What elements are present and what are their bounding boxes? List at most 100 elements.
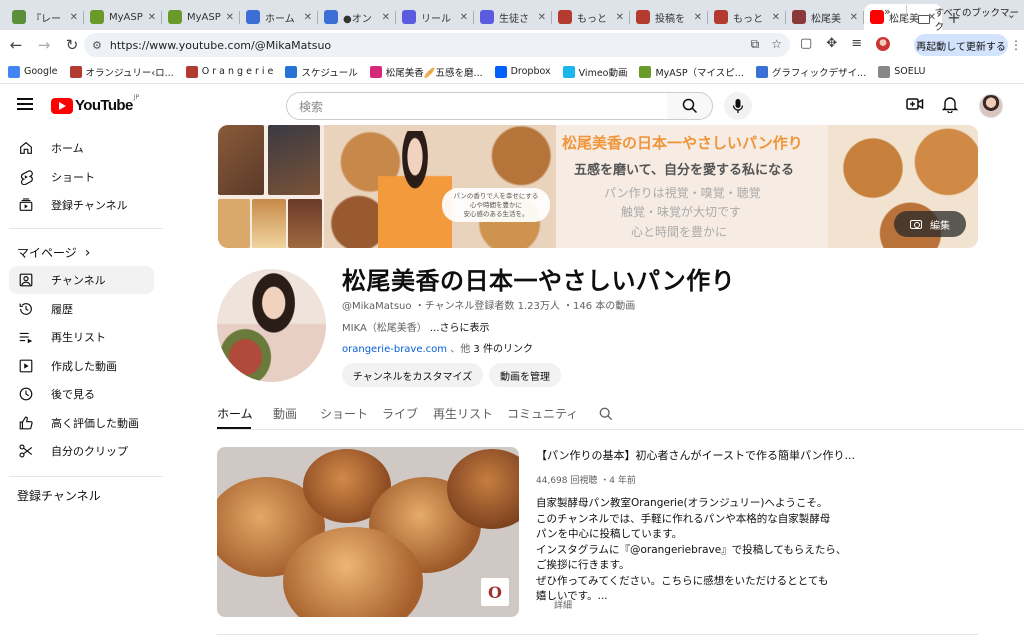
all-bookmarks-button[interactable]: すべてのブックマーク bbox=[918, 5, 1024, 33]
browser-tab[interactable]: リール ✕ bbox=[396, 4, 474, 30]
featured-video-title[interactable]: 【パン作りの基本】初心者さんがイーストで作る簡単パン作り... bbox=[536, 447, 855, 463]
browser-tab[interactable]: 生徒さ ✕ bbox=[474, 4, 552, 30]
close-tab-icon[interactable]: ✕ bbox=[226, 12, 234, 23]
close-tab-icon[interactable]: ✕ bbox=[850, 12, 858, 23]
bookmark-favicon-icon bbox=[755, 65, 768, 78]
tab-live[interactable]: ライブ bbox=[382, 405, 418, 422]
bookmark-item[interactable]: O r a n g e r i e bbox=[185, 65, 273, 78]
youtube-logo[interactable]: YouTube JP bbox=[51, 94, 139, 114]
bookmark-item[interactable]: Dropbox bbox=[494, 65, 551, 78]
details-link[interactable]: 詳細 bbox=[554, 598, 572, 611]
featured-video-thumbnail[interactable]: O bbox=[217, 447, 519, 617]
browser-tab[interactable]: ホーム ✕ bbox=[240, 4, 318, 30]
sidebar-item-label: 再生リスト bbox=[51, 331, 106, 344]
forward-arrow-icon[interactable]: → bbox=[32, 33, 56, 57]
site-info-icon[interactable]: ⚙ bbox=[92, 39, 102, 52]
manage-videos-button[interactable]: 動画を管理 bbox=[489, 363, 561, 387]
sidebar-item-channel[interactable]: チャンネル bbox=[9, 266, 154, 294]
sidebar-item-home[interactable]: ホーム bbox=[9, 134, 154, 162]
close-tab-icon[interactable]: ✕ bbox=[148, 12, 156, 23]
tab-shorts[interactable]: ショート bbox=[320, 405, 368, 422]
extensions-puzzle-icon[interactable]: ✥ bbox=[826, 36, 837, 51]
description-line: ご挨拶に行きます。 bbox=[536, 559, 630, 571]
more-links-link[interactable]: 3 件のリンク bbox=[473, 344, 533, 355]
close-tab-icon[interactable]: ✕ bbox=[382, 12, 390, 23]
create-video-button[interactable] bbox=[906, 96, 924, 116]
sidebar-item-clips[interactable]: 自分のクリップ bbox=[9, 437, 154, 465]
channel-description[interactable]: MIKA（松尾美香） ...さらに表示 bbox=[342, 319, 490, 334]
sidebar-item-watch-later[interactable]: 後で見る bbox=[9, 380, 154, 408]
media-queue-icon[interactable]: ≡ bbox=[851, 36, 862, 51]
tab-community[interactable]: コミュニティ bbox=[507, 405, 578, 422]
sidebar-item-history[interactable]: 履歴 bbox=[9, 295, 154, 323]
playlist-icon bbox=[19, 332, 33, 344]
notifications-button[interactable] bbox=[941, 95, 959, 117]
install-app-icon[interactable]: ⧉ bbox=[751, 37, 760, 52]
close-tab-icon[interactable]: ✕ bbox=[70, 12, 78, 23]
sidebar-item-liked[interactable]: 高く評価した動画 bbox=[9, 409, 154, 437]
channel-website-link[interactable]: orangerie-brave.com bbox=[342, 344, 447, 355]
browser-tab[interactable]: 投稿を ✕ bbox=[630, 4, 708, 30]
account-avatar[interactable] bbox=[979, 94, 1003, 118]
sidebar-item-playlist[interactable]: 再生リスト bbox=[9, 323, 154, 351]
close-tab-icon[interactable]: ✕ bbox=[694, 12, 702, 23]
browser-tab[interactable]: もっと ✕ bbox=[552, 4, 630, 30]
back-arrow-icon[interactable]: ← bbox=[4, 33, 28, 57]
sidebar-item-shorts[interactable]: ショート bbox=[9, 163, 154, 191]
browser-tab[interactable]: もっと ✕ bbox=[708, 4, 786, 30]
voice-search-button[interactable] bbox=[724, 92, 752, 120]
orangerie-logo: O bbox=[481, 578, 509, 606]
close-tab-icon[interactable]: ✕ bbox=[304, 12, 312, 23]
bookmarks-overflow-icon[interactable]: » bbox=[884, 5, 891, 18]
close-tab-icon[interactable]: ✕ bbox=[538, 12, 546, 23]
bookmark-item[interactable]: スケジュール bbox=[285, 65, 358, 79]
bookmark-item[interactable]: Vimeo動画 bbox=[562, 65, 627, 79]
channel-avatar[interactable] bbox=[217, 269, 326, 382]
bookmark-star-icon[interactable]: ☆ bbox=[771, 37, 782, 52]
browser-tab[interactable]: 松尾美 ✕ bbox=[786, 4, 864, 30]
browser-menu-icon[interactable]: ⋮ bbox=[1010, 38, 1022, 52]
browser-tab[interactable]: MyASP ✕ bbox=[84, 4, 162, 30]
close-tab-icon[interactable]: ✕ bbox=[772, 12, 780, 23]
sidebar-item-your-videos[interactable]: 作成した動画 bbox=[9, 352, 154, 380]
bookmark-item[interactable]: グラフィックデザイ... bbox=[755, 65, 866, 79]
sidebar-item-label: チャンネル bbox=[51, 274, 106, 287]
sidebar-item-subscriptions[interactable]: 登録チャンネル bbox=[9, 191, 154, 219]
bookmark-item[interactable]: SOELU bbox=[878, 65, 926, 78]
customize-channel-button[interactable]: チャンネルをカスタマイズ bbox=[342, 363, 483, 387]
hamburger-menu-icon[interactable] bbox=[17, 98, 33, 110]
channel-search-button[interactable] bbox=[599, 406, 613, 425]
tab-playlists[interactable]: 再生リスト bbox=[433, 405, 493, 422]
browser-tab[interactable]: ●オン ✕ bbox=[318, 4, 396, 30]
bookmark-item[interactable]: Google bbox=[8, 65, 58, 78]
search-button[interactable] bbox=[667, 92, 713, 120]
close-tab-icon[interactable]: ✕ bbox=[616, 12, 624, 23]
tab-home[interactable]: ホーム bbox=[217, 405, 253, 422]
banner-subtitle: 五感を磨いて、自分を愛する私になる bbox=[574, 163, 794, 178]
search-input[interactable]: 検索 bbox=[286, 92, 668, 120]
browser-tab[interactable]: MyASP ✕ bbox=[162, 4, 240, 30]
profile-icon[interactable] bbox=[876, 36, 891, 51]
restart-update-button[interactable]: 再起動して更新する bbox=[914, 34, 1008, 56]
edit-banner-button[interactable]: 編集 bbox=[894, 211, 966, 237]
bookmark-favicon-icon bbox=[639, 65, 652, 78]
create-video-icon bbox=[906, 98, 924, 110]
camera-icon bbox=[910, 219, 922, 229]
reload-icon[interactable]: ↻ bbox=[60, 33, 84, 57]
show-more-link[interactable]: ...さらに表示 bbox=[430, 323, 490, 334]
tab-videos[interactable]: 動画 bbox=[273, 405, 297, 422]
extension-square-icon[interactable]: ▢ bbox=[800, 36, 812, 51]
browser-tab[interactable]: 『レー ✕ bbox=[6, 4, 84, 30]
sidebar-you-heading[interactable]: マイページ › bbox=[17, 244, 90, 261]
address-bar[interactable]: ⚙ https://www.youtube.com/@MikaMatsuo ⧉ … bbox=[84, 33, 790, 57]
active-tab-indicator bbox=[217, 427, 251, 429]
channel-banner: パンの香りで人を幸せにする 心や時間を豊かに 安心感のある生活を。 松尾美香の日… bbox=[218, 125, 978, 248]
close-tab-icon[interactable]: ✕ bbox=[460, 12, 468, 23]
view-count: 44,698 回視聴 bbox=[536, 476, 598, 486]
tab-title: ●オン bbox=[343, 13, 372, 25]
bookmark-item[interactable]: 松尾美香🥖五感を磨... bbox=[369, 65, 483, 79]
bookmark-item[interactable]: MyASP（マイスピ... bbox=[639, 65, 744, 79]
watch-later-icon bbox=[19, 387, 33, 401]
bookmark-item[interactable]: オランジュリー‹ロ... bbox=[69, 65, 174, 79]
banner-photo-book bbox=[268, 125, 320, 195]
